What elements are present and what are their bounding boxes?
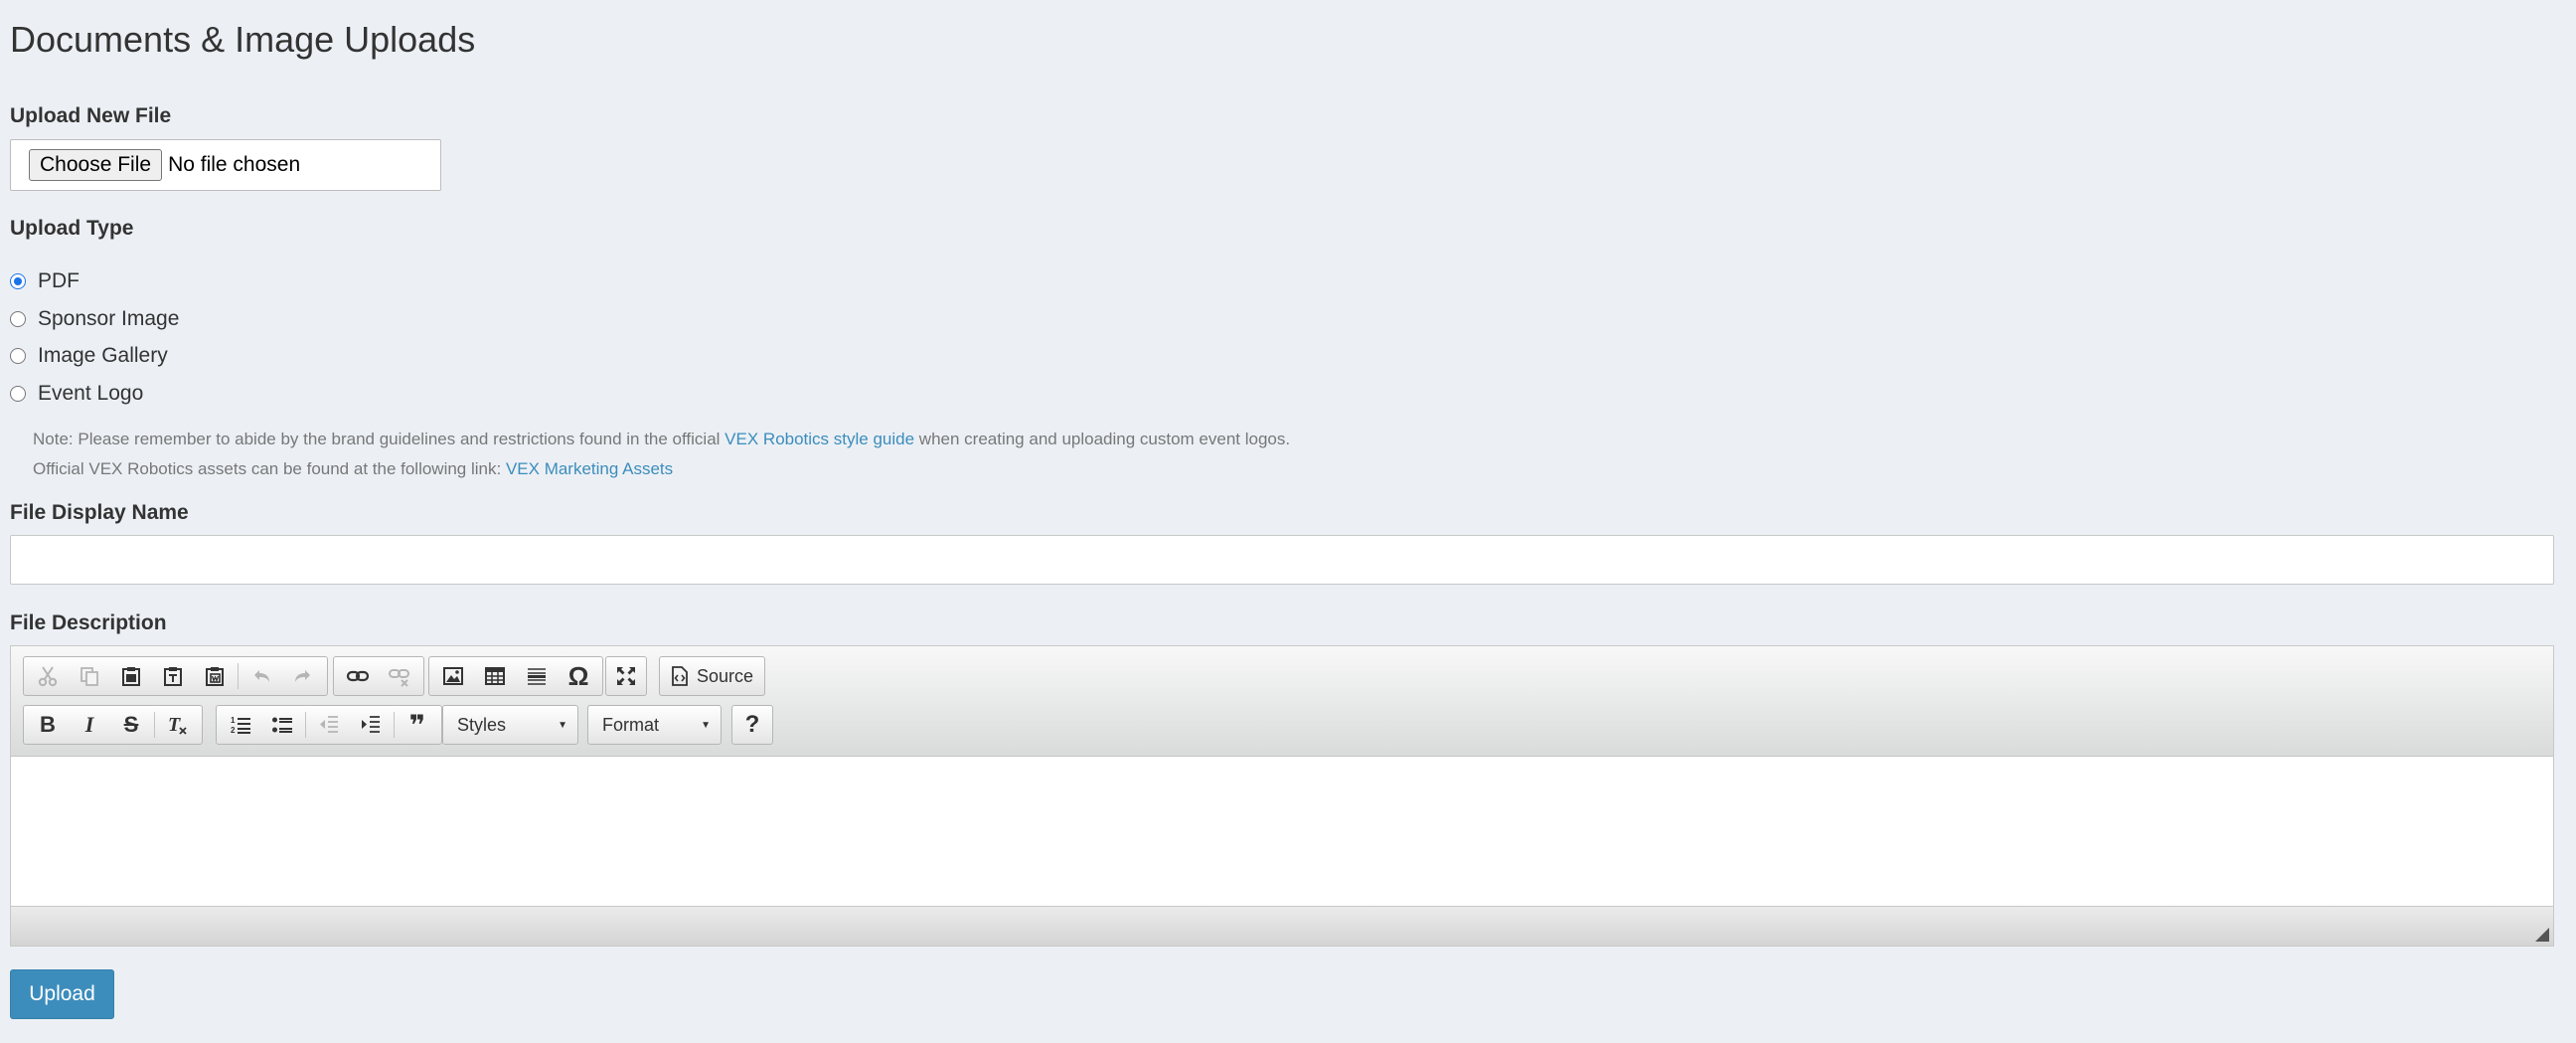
bulleted-list-icon[interactable]: [261, 708, 303, 742]
paste-text-icon[interactable]: [152, 659, 194, 693]
svg-text:T: T: [168, 714, 181, 736]
styles-dropdown[interactable]: Styles ▼: [442, 705, 578, 745]
page-title: Documents & Image Uploads: [10, 19, 476, 60]
style-guide-link[interactable]: VEX Robotics style guide: [724, 430, 914, 448]
upload-button[interactable]: Upload: [10, 969, 114, 1019]
link-toolgroup: [333, 656, 424, 696]
logo-note-line-1: Note: Please remember to abide by the br…: [33, 428, 1290, 451]
radio-label-pdf: PDF: [38, 269, 80, 292]
help-icon[interactable]: ?: [735, 708, 769, 742]
italic-icon[interactable]: I: [69, 708, 110, 742]
chevron-down-icon: ▼: [558, 719, 567, 731]
copy-icon[interactable]: [69, 659, 110, 693]
cut-icon[interactable]: [27, 659, 69, 693]
help-toolgroup: ?: [731, 705, 773, 745]
note-text: when creating and uploading custom event…: [918, 430, 1291, 448]
source-label: Source: [697, 665, 754, 686]
note-text: Official VEX Robotics assets can be foun…: [33, 459, 502, 478]
indent-icon[interactable]: [350, 708, 392, 742]
resize-handle-icon[interactable]: [2535, 928, 2549, 942]
radio-option-sponsor-image[interactable]: Sponsor Image: [10, 305, 179, 333]
toolbar-separator: [238, 663, 239, 689]
numbered-list-icon[interactable]: 12: [220, 708, 261, 742]
file-status-text: No file chosen: [168, 153, 301, 176]
rich-text-editor: Ω Source B I S T 12 ❞ Styles ▼ Format ▼ …: [10, 645, 2554, 947]
unlink-icon[interactable]: [379, 659, 420, 693]
radio-label-image-gallery: Image Gallery: [38, 344, 168, 367]
strikethrough-icon[interactable]: S: [110, 708, 152, 742]
editor-toolbar: Ω Source B I S T 12 ❞ Styles ▼ Format ▼ …: [11, 646, 2553, 757]
maximize-toolgroup: [605, 656, 647, 696]
maximize-icon[interactable]: [609, 659, 643, 693]
svg-text:1: 1: [231, 716, 236, 725]
radio-button-event-logo[interactable]: [10, 386, 26, 402]
radio-button-image-gallery[interactable]: [10, 348, 26, 364]
table-icon[interactable]: [474, 659, 516, 693]
toolbar-separator: [154, 712, 155, 738]
paste-icon[interactable]: [110, 659, 152, 693]
logo-note-line-2: Official VEX Robotics assets can be foun…: [33, 457, 673, 481]
chevron-down-icon: ▼: [701, 719, 711, 731]
toolbar-separator: [394, 712, 395, 738]
svg-text:2: 2: [231, 726, 236, 735]
display-name-input[interactable]: [10, 535, 2554, 585]
radio-option-pdf[interactable]: PDF: [10, 267, 80, 295]
upload-file-label: Upload New File: [10, 104, 172, 127]
editor-status-bar: [11, 906, 2553, 946]
radio-option-event-logo[interactable]: Event Logo: [10, 380, 143, 408]
format-dropdown-label: Format: [602, 714, 660, 735]
radio-option-image-gallery[interactable]: Image Gallery: [10, 342, 168, 370]
radio-label-event-logo: Event Logo: [38, 382, 144, 405]
bold-icon[interactable]: B: [27, 708, 69, 742]
radio-label-sponsor-image: Sponsor Image: [38, 307, 180, 330]
source-button[interactable]: Source: [663, 659, 761, 693]
link-icon[interactable]: [337, 659, 379, 693]
editor-content-area[interactable]: [11, 757, 2553, 906]
clipboard-toolgroup: [23, 656, 328, 696]
redo-icon[interactable]: [282, 659, 324, 693]
upload-type-label: Upload Type: [10, 217, 134, 240]
basic-styles-toolgroup: B I S T: [23, 705, 203, 745]
outdent-icon[interactable]: [308, 708, 350, 742]
marketing-assets-link[interactable]: VEX Marketing Assets: [506, 459, 673, 478]
remove-format-icon[interactable]: T: [157, 708, 199, 742]
blockquote-icon[interactable]: ❞: [397, 708, 438, 742]
image-icon[interactable]: [432, 659, 474, 693]
undo-icon[interactable]: [241, 659, 282, 693]
horizontal-rule-icon[interactable]: [516, 659, 558, 693]
radio-button-sponsor-image[interactable]: [10, 311, 26, 327]
format-dropdown[interactable]: Format ▼: [587, 705, 722, 745]
toolbar-separator: [305, 712, 306, 738]
special-char-icon[interactable]: Ω: [558, 659, 599, 693]
description-label: File Description: [10, 611, 167, 634]
source-icon: [672, 666, 688, 686]
insert-toolgroup: Ω: [428, 656, 603, 696]
radio-button-pdf[interactable]: [10, 273, 26, 289]
choose-file-button[interactable]: Choose File: [29, 149, 163, 181]
paste-word-icon[interactable]: [194, 659, 236, 693]
source-toolgroup: Source: [659, 656, 766, 696]
file-input[interactable]: Choose File No file chosen: [10, 139, 441, 191]
paragraph-toolgroup: 12 ❞: [216, 705, 442, 745]
display-name-label: File Display Name: [10, 501, 189, 524]
note-text: Note: Please remember to abide by the br…: [33, 430, 721, 448]
styles-dropdown-label: Styles: [457, 714, 507, 735]
